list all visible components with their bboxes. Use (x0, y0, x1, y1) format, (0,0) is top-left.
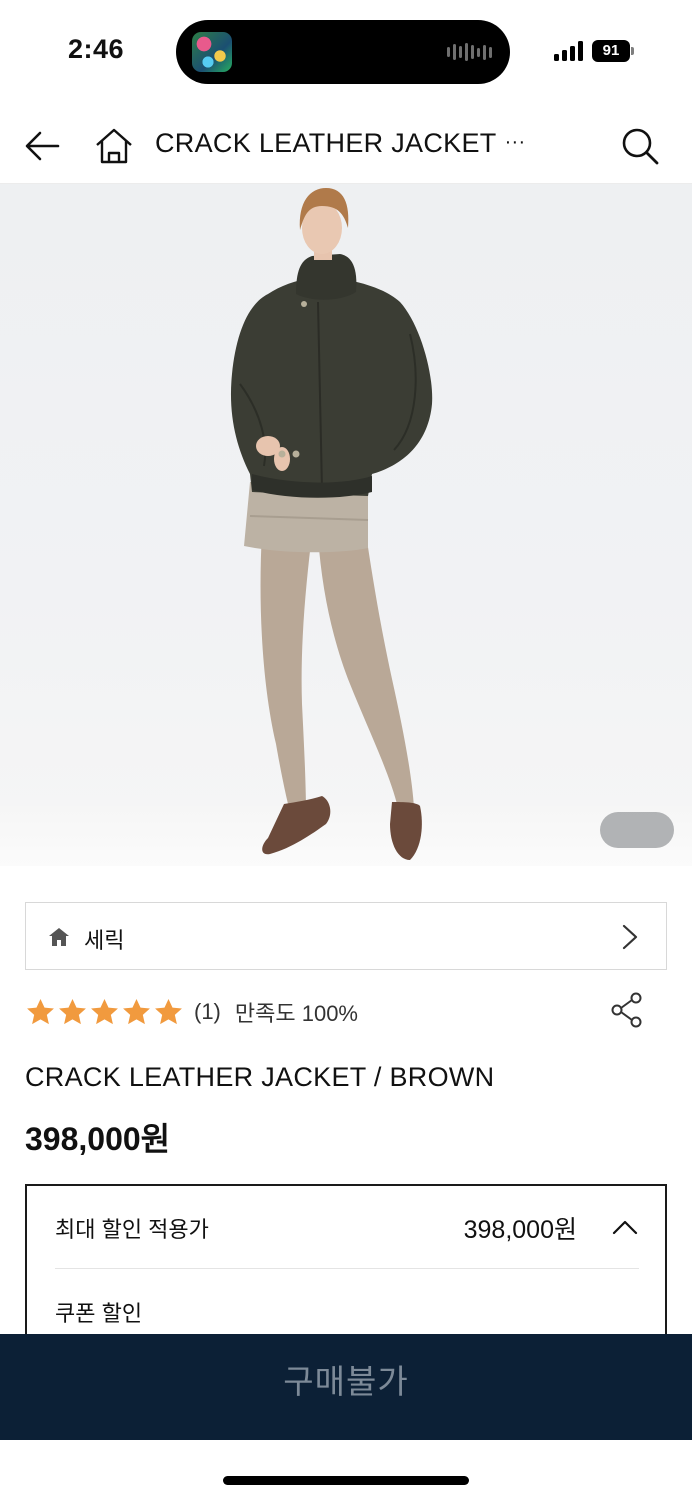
search-button[interactable] (620, 126, 660, 166)
coupon-discount-label: 쿠폰 할인 (55, 1301, 143, 1326)
status-time: 2:46 (68, 34, 125, 64)
home-icon (96, 128, 132, 164)
review-count: (1) (194, 999, 221, 1024)
divider (55, 1268, 639, 1269)
arrow-left-icon (25, 131, 60, 161)
back-button[interactable] (22, 126, 62, 166)
page-title: CRACK LEATHER JACKET ··· (155, 128, 565, 159)
model-figure (230, 188, 433, 860)
image-page-indicator[interactable] (600, 812, 674, 848)
star-icon (155, 998, 182, 1024)
share-button[interactable] (610, 992, 644, 1028)
share-icon (611, 992, 642, 1028)
status-indicators: 91 (554, 40, 634, 62)
brand-shop-link[interactable]: 세릭 (25, 902, 667, 970)
battery-icon: 91 (592, 40, 634, 62)
product-price: 398,000원 (25, 1121, 171, 1157)
star-icon (91, 998, 118, 1024)
collapse-discount-button[interactable] (611, 1216, 639, 1238)
chevron-right-icon (622, 924, 638, 950)
search-icon (622, 128, 659, 165)
title-ellipsis: ··· (504, 131, 526, 153)
brand-name: 세릭 (84, 928, 125, 953)
page-title-text: CRACK LEATHER JACKET (155, 128, 497, 158)
star-icon (59, 998, 86, 1024)
star-rating (25, 997, 184, 1028)
now-playing-app-icon (192, 32, 232, 72)
status-bar: 2:46 91 (0, 0, 692, 104)
home-button[interactable] (94, 126, 134, 166)
cellular-signal-icon (554, 41, 583, 61)
rating-summary[interactable]: (1) 만족도 100% (25, 992, 358, 1032)
chevron-up-icon (612, 1220, 638, 1235)
dynamic-island[interactable] (176, 20, 510, 84)
home-indicator[interactable] (223, 1476, 469, 1485)
max-discount-label: 최대 할인 적용가 (55, 1217, 209, 1242)
star-icon (123, 998, 150, 1024)
product-image[interactable] (0, 184, 692, 866)
max-discount-price: 398,000원 (463, 1216, 577, 1244)
purchase-unavailable-button[interactable]: 구매불가 (0, 1334, 692, 1440)
star-icon (27, 998, 54, 1024)
home-icon (49, 928, 69, 946)
product-name: CRACK LEATHER JACKET / BROWN (25, 1062, 495, 1092)
audio-waveform-icon (447, 43, 492, 61)
satisfaction-rate: 만족도 100% (234, 1001, 358, 1026)
top-navigation-bar: CRACK LEATHER JACKET ··· (0, 104, 692, 184)
